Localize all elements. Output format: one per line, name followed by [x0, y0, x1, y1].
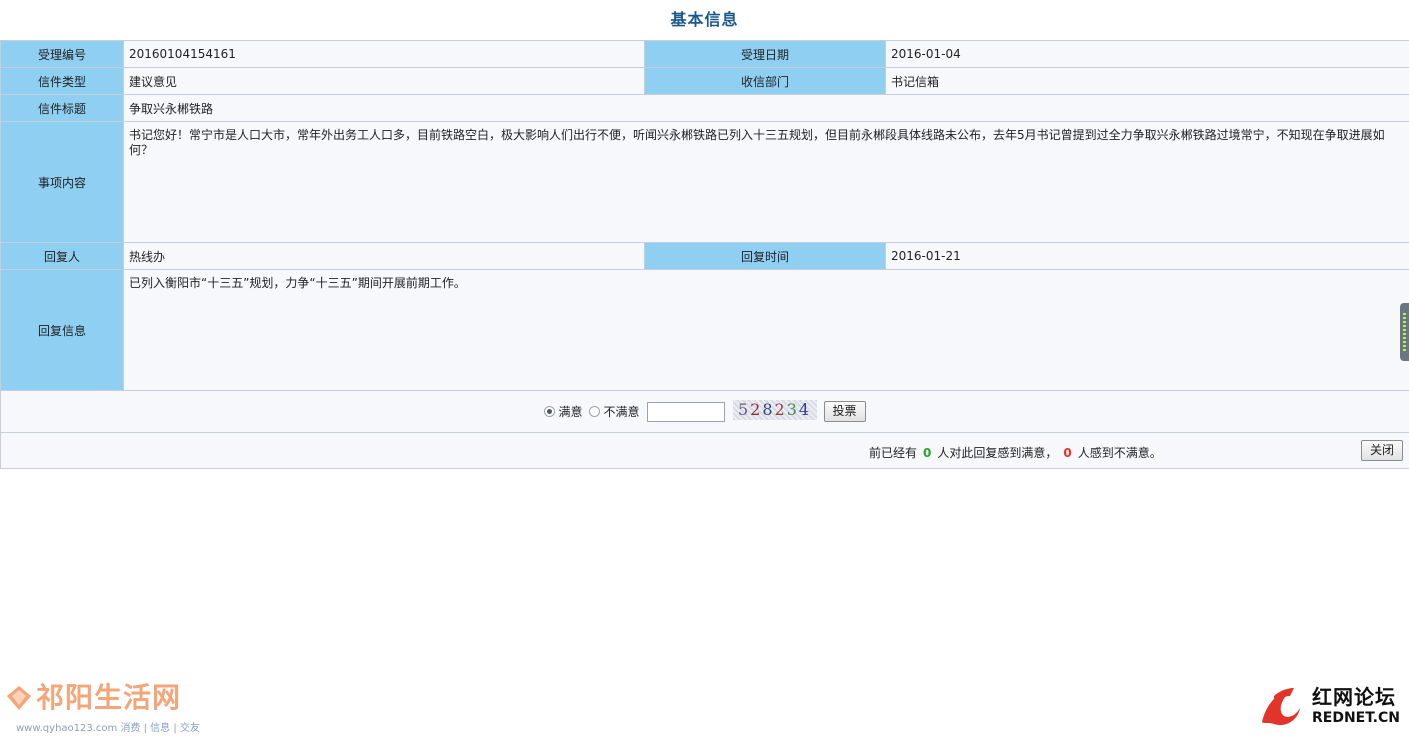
table-row: 回复信息 已列入衡阳市“十三五”规划，力争“十三五”期间开展前期工作。: [0, 269, 1409, 391]
captcha-char: 2: [774, 399, 787, 419]
stats-row: 前已经有 0 人对此回复感到满意， 0 人感到不满意。 关闭: [0, 432, 1409, 469]
dept-value: 书记信箱: [885, 67, 1409, 95]
diamond-logo-icon: [7, 686, 31, 710]
info-table: 受理编号 20160104154161 受理日期 2016-01-04 信件类型…: [0, 40, 1409, 469]
vote-stats: 前已经有 0 人对此回复感到满意， 0 人感到不满意。: [869, 444, 1162, 461]
captcha-char: 5: [737, 399, 751, 419]
satisfied-radio[interactable]: [544, 406, 556, 417]
replier-label: 回复人: [0, 242, 124, 270]
watermark-qyhao: 祁阳生活网 www.qyhao123.com 消费 | 信息 | 交友: [6, 683, 200, 734]
captcha-char: 8: [762, 399, 775, 419]
captcha-char: 3: [786, 399, 799, 419]
stats-cell: 前已经有 0 人对此回复感到满意， 0 人感到不满意。 关闭: [0, 432, 1409, 469]
dept-label: 收信部门: [644, 67, 886, 95]
table-row: 信件类型 建议意见 收信部门 书记信箱: [0, 67, 1409, 95]
unsatisfied-label: 不满意: [603, 405, 640, 419]
stats-suffix: 人感到不满意。: [1077, 446, 1162, 460]
reply-time-value: 2016-01-21: [885, 242, 1409, 270]
satisfied-option[interactable]: 满意: [544, 403, 582, 420]
table-row: 回复人 热线办 回复时间 2016-01-21: [0, 242, 1409, 270]
page-title: 基本信息: [670, 10, 739, 29]
table-row: 信件标题 争取兴永郴铁路: [0, 94, 1409, 122]
watermark-left-sub: www.qyhao123.com 消费 | 信息 | 交友: [16, 723, 200, 734]
watermark-rednet: 红网论坛 REDNET.CN: [1256, 684, 1400, 728]
letter-type-label: 信件类型: [0, 67, 124, 95]
accept-no-value: 20160104154161: [123, 40, 645, 68]
captcha-image: 528234: [732, 399, 817, 420]
content-value: 书记您好！常宁市是人口大市，常年外出务工人口多，目前铁路空白，极大影响人们出行不…: [123, 121, 1409, 243]
rednet-logo-icon: [1262, 688, 1300, 726]
content-label: 事项内容: [0, 121, 124, 243]
vote-button[interactable]: 投票: [823, 401, 866, 422]
reply-label: 回复信息: [0, 269, 124, 391]
unsatisfied-count: 0: [1063, 446, 1072, 460]
watermark-left-brand: 祁阳生活网: [36, 681, 182, 714]
watermark-logo: 祁阳生活网: [6, 683, 200, 713]
table-row: 受理编号 20160104154161 受理日期 2016-01-04: [0, 40, 1409, 68]
letter-type-value: 建议意见: [123, 67, 645, 95]
subject-label: 信件标题: [0, 94, 124, 122]
accept-no-label: 受理编号: [0, 40, 124, 68]
close-button[interactable]: 关闭: [1360, 440, 1403, 461]
satisfied-count: 0: [923, 446, 932, 460]
captcha-input[interactable]: [646, 401, 725, 422]
stats-mid: 人对此回复感到满意，: [937, 446, 1058, 460]
captcha-char: 4: [798, 399, 812, 419]
unsatisfied-option[interactable]: 不满意: [589, 403, 640, 420]
side-scroll-handle[interactable]: [1400, 303, 1409, 361]
vote-cell: 满意 不满意 528234 投票: [0, 390, 1409, 433]
captcha-char: 2: [750, 399, 763, 419]
reply-time-label: 回复时间: [644, 242, 886, 270]
vote-form: 满意 不满意 528234 投票: [544, 399, 866, 422]
subject-value: 争取兴永郴铁路: [123, 94, 1409, 122]
satisfied-label: 满意: [558, 405, 583, 419]
watermark-right-brand: 红网论坛: [1312, 685, 1396, 709]
unsatisfied-radio[interactable]: [589, 406, 601, 417]
watermark-right-sub: REDNET.CN: [1312, 710, 1400, 726]
vote-row: 满意 不满意 528234 投票: [0, 390, 1409, 433]
accept-date-label: 受理日期: [644, 40, 886, 68]
stats-prefix: 前已经有: [869, 446, 918, 460]
reply-value: 已列入衡阳市“十三五”规划，力争“十三五”期间开展前期工作。: [123, 269, 1409, 391]
accept-date-value: 2016-01-04: [885, 40, 1409, 68]
table-row: 事项内容 书记您好！常宁市是人口大市，常年外出务工人口多，目前铁路空白，极大影响…: [0, 121, 1409, 243]
replier-value: 热线办: [123, 242, 645, 270]
